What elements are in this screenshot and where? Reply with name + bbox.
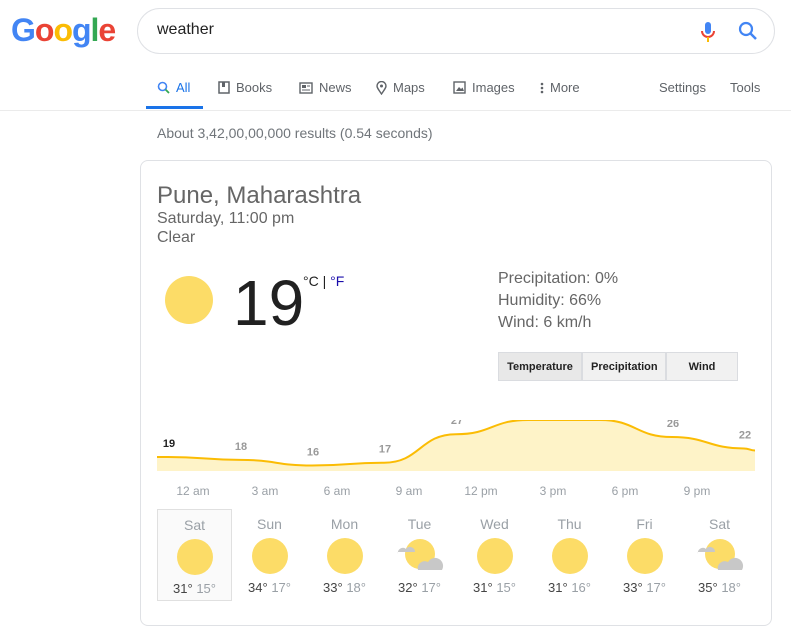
settings-link[interactable]: Settings [659, 80, 706, 95]
day-name: Sat [183, 517, 205, 533]
low-temp: 15° [196, 581, 216, 596]
result-stats: About 3,42,00,00,000 results (0.54 secon… [157, 125, 433, 141]
precipitation: Precipitation: 0% [498, 270, 619, 287]
low-temp: 15° [496, 580, 516, 595]
high-temp: 32° [398, 580, 418, 595]
x-tick-label: 9 pm [683, 484, 711, 498]
day-name: Sat [708, 516, 730, 532]
high-temp: 35° [698, 580, 718, 595]
celsius-toggle[interactable]: °C [303, 273, 319, 289]
x-tick-label: 6 am [323, 484, 351, 498]
forecast-day[interactable]: Sat 31° 15° [157, 509, 232, 601]
data-label: 19 [163, 438, 175, 450]
day-name: Tue [407, 516, 432, 532]
x-tick-label: 3 am [251, 484, 279, 498]
tab-label: News [319, 80, 352, 95]
day-name: Fri [636, 516, 653, 532]
day-name: Thu [557, 516, 582, 532]
search-icon [157, 81, 170, 94]
sun-icon [176, 539, 213, 575]
tab-label: All [176, 80, 191, 95]
weather-location: Pune, Maharashtra [157, 182, 362, 209]
search-input[interactable] [157, 21, 677, 39]
tab-all[interactable]: All [157, 80, 190, 95]
low-temp: 17° [646, 580, 666, 595]
partly-cloudy-icon [682, 532, 757, 574]
active-tab-indicator [146, 106, 203, 109]
low-temp: 16° [571, 580, 591, 595]
day-name: Mon [330, 516, 359, 532]
temperature-chart: 191816172732322622 [157, 420, 756, 471]
tools-link[interactable]: Tools [730, 80, 760, 95]
tab-label: More [550, 80, 580, 95]
forecast-day[interactable]: Thu 31° 16° [532, 509, 607, 601]
x-tick-label: 6 pm [611, 484, 639, 498]
temperature-button[interactable]: Temperature [498, 352, 582, 381]
unit-separator: | [318, 273, 331, 289]
x-tick-label: 3 pm [539, 484, 567, 498]
unit-toggle: °C | °F [303, 273, 344, 289]
high-temp: 31° [473, 580, 493, 595]
tab-label: Maps [393, 80, 425, 95]
forecast-day[interactable]: Tue 32° 17° [382, 509, 457, 601]
data-label: 16 [307, 447, 319, 459]
tab-images[interactable]: Images [453, 80, 515, 95]
tab-label: Books [236, 80, 273, 95]
humidity: Humidity: 66% [498, 292, 602, 309]
news-icon [299, 81, 313, 94]
low-temp: 17° [421, 580, 441, 595]
current-temperature: 19 [233, 267, 305, 339]
tab-books[interactable]: Books [218, 80, 272, 95]
weather-condition: Clear [157, 229, 196, 246]
forecast-day[interactable]: Sat 35° 18° [682, 509, 757, 601]
map-pin-icon [376, 80, 387, 95]
sun-icon [551, 538, 588, 574]
partly-cloudy-icon [382, 532, 457, 574]
tab-more[interactable]: More [540, 80, 580, 95]
book-icon [218, 81, 230, 94]
image-icon [453, 81, 466, 94]
more-vert-icon [540, 82, 544, 94]
high-temp: 33° [323, 580, 343, 595]
google-logo[interactable]: Google [11, 12, 116, 49]
high-temp: 31° [548, 580, 568, 595]
data-label: 17 [379, 444, 391, 456]
x-tick-label: 12 am [176, 484, 210, 498]
tab-news[interactable]: News [299, 80, 352, 95]
microphone-icon[interactable] [701, 21, 715, 43]
low-temp: 18° [721, 580, 741, 595]
precipitation-button[interactable]: Precipitation [582, 352, 666, 381]
forecast-day[interactable]: Sun 34° 17° [232, 509, 307, 601]
high-temp: 34° [248, 580, 268, 595]
weather-time: Saturday, 11:00 pm [157, 210, 295, 227]
search-box [137, 8, 775, 54]
sun-icon [326, 538, 363, 574]
low-temp: 18° [346, 580, 366, 595]
data-label: 18 [235, 441, 247, 453]
sun-icon [476, 538, 513, 574]
sun-icon [251, 538, 288, 574]
data-label: 26 [667, 420, 679, 430]
forecast-day[interactable]: Wed 31° 15° [457, 509, 532, 601]
high-temp: 33° [623, 580, 643, 595]
search-icon[interactable] [738, 21, 758, 41]
divider [0, 110, 791, 111]
sun-icon [165, 276, 213, 324]
tab-label: Images [472, 80, 515, 95]
wind: Wind: 6 km/h [498, 314, 592, 331]
low-temp: 17° [271, 580, 291, 595]
x-tick-label: 12 pm [464, 484, 498, 498]
data-label: 22 [739, 429, 751, 441]
fahrenheit-toggle[interactable]: °F [330, 273, 344, 289]
day-name: Wed [480, 516, 509, 532]
x-tick-label: 9 am [395, 484, 423, 498]
data-label: 27 [451, 420, 463, 427]
forecast-day[interactable]: Fri 33° 17° [607, 509, 682, 601]
sun-icon [626, 538, 663, 574]
forecast-day[interactable]: Mon 33° 18° [307, 509, 382, 601]
high-temp: 31° [173, 581, 193, 596]
wind-button[interactable]: Wind [666, 352, 738, 381]
tab-maps[interactable]: Maps [376, 80, 425, 95]
day-name: Sun [257, 516, 282, 532]
